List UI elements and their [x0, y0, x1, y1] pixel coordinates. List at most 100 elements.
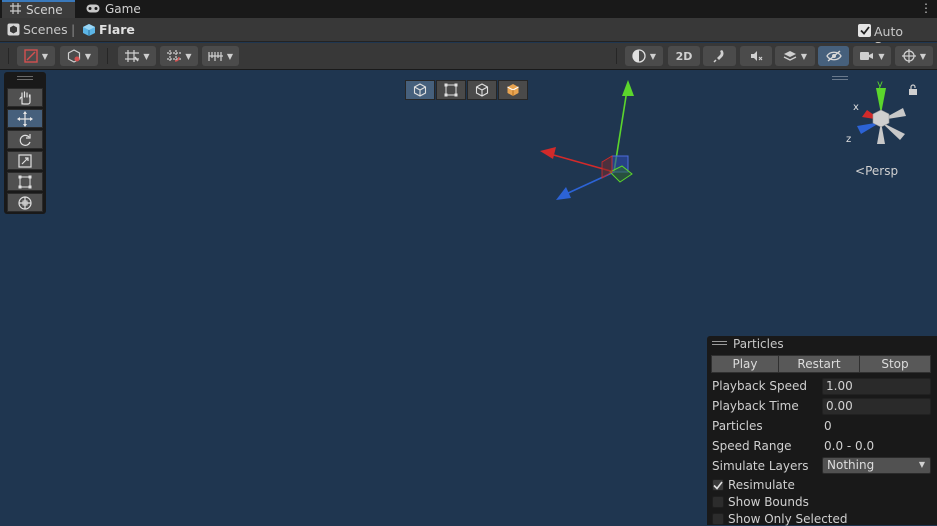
gizmos-dropdown[interactable]: ▼ [895, 46, 933, 66]
tab-game-label: Game [105, 2, 141, 16]
gizmo-y-arrow[interactable] [622, 80, 634, 96]
speed-range-value: 0.0 - 0.0 [824, 439, 875, 453]
scale-tool-button[interactable] [7, 151, 43, 170]
chevron-down-icon: ▼ [919, 51, 927, 61]
scene-toolbar: ▼ ▼ ▼ ▼ ▼ ▼ 2D ▼ ▼ ▼ [0, 43, 937, 70]
projection-label: Persp [865, 164, 899, 178]
show-only-selected-label: Show Only Selected [728, 512, 848, 526]
gizmo-x-arrow[interactable] [540, 147, 556, 159]
audio-toggle[interactable] [740, 46, 772, 66]
camera-icon [860, 52, 874, 60]
chevron-down-icon: ▼ [41, 51, 49, 61]
show-bounds-checkbox[interactable] [712, 496, 724, 508]
grid-icon [10, 3, 21, 17]
axis-label-z: z [846, 134, 851, 145]
scale-icon [18, 153, 32, 168]
breadcrumb-separator: | [71, 22, 76, 37]
cube-wireframe-toggle[interactable] [405, 80, 435, 100]
increment-snap-dropdown[interactable]: ▼ [160, 46, 198, 66]
chevron-down-icon: ▼ [143, 51, 150, 61]
show-only-selected-checkbox[interactable] [712, 513, 724, 525]
orientation-dropdown[interactable]: ▼ [625, 46, 663, 66]
breadcrumb-current[interactable]: Flare [99, 22, 135, 37]
hand-icon [19, 90, 31, 105]
checkmark-icon [713, 481, 723, 490]
toolbar-grip [8, 48, 9, 64]
move-icon [17, 110, 33, 127]
playback-time-label: Playback Time [712, 399, 799, 413]
move-tool-button[interactable] [7, 109, 43, 128]
move-gizmo[interactable] [530, 74, 640, 204]
grid-snapping-dropdown[interactable]: ▼ [118, 46, 156, 66]
checkmark-icon [859, 26, 870, 35]
cube-edit-toggle[interactable] [467, 80, 497, 100]
playback-speed-label: Playback Speed [712, 379, 807, 393]
drag-handle[interactable] [17, 76, 33, 80]
simulate-layers-value: Nothing [827, 458, 875, 472]
audio-mute-icon [751, 51, 763, 61]
window-tab-bar: Scene Game ⋮ [0, 0, 937, 18]
speed-range-label: Speed Range [712, 439, 792, 453]
chevron-down-icon: ▼ [84, 51, 92, 61]
rotate-tool-button[interactable] [7, 130, 43, 149]
increment-snap-icon [167, 50, 182, 62]
panel-drag-handle[interactable] [712, 341, 727, 345]
resimulate-label: Resimulate [728, 478, 795, 492]
cube-outline-icon [475, 83, 489, 97]
playback-time-field[interactable]: 0.00 [822, 398, 931, 415]
rect-edit-toggle[interactable] [436, 80, 466, 100]
scene-visibility-toggle[interactable] [818, 46, 849, 66]
projection-toggle[interactable]: <Persp [855, 164, 898, 178]
gizmo-xy-plane[interactable] [601, 155, 613, 179]
orientation-gizmo[interactable]: y x z [846, 78, 916, 148]
toggle-2d-button[interactable]: 2D [668, 46, 700, 66]
playback-speed-field[interactable]: 1.00 [822, 378, 931, 395]
panel-title: Particles [733, 337, 784, 351]
play-button[interactable]: Play [711, 355, 779, 373]
camera-dropdown[interactable]: ▼ [853, 46, 891, 66]
collider-edit-toggle[interactable] [498, 80, 528, 100]
simulate-layers-label: Simulate Layers [712, 459, 809, 473]
simulate-layers-dropdown[interactable]: Nothing ▼ [822, 457, 931, 474]
chevron-down-icon: ▼ [918, 460, 925, 469]
transform-tool-button[interactable] [7, 193, 43, 212]
gizmo-icon [901, 49, 916, 63]
grid-snap-icon [125, 50, 140, 62]
cube-outline-icon [413, 83, 427, 97]
shading-mode-dropdown[interactable]: ▼ [60, 46, 98, 66]
lighting-toggle[interactable] [703, 46, 736, 66]
rect-tool-button[interactable] [7, 172, 43, 191]
lightbulb-icon [712, 50, 723, 63]
chevron-down-icon: ▼ [800, 51, 808, 61]
chevron-down-icon: ▼ [185, 51, 192, 61]
particles-count-label: Particles [712, 419, 763, 433]
draw-mode-icon [24, 49, 38, 63]
rect-transform-icon [18, 175, 32, 188]
particles-overlay-panel: Particles Play Restart Stop Playback Spe… [707, 336, 937, 526]
restart-button[interactable]: Restart [778, 355, 860, 373]
auto-save-checkbox[interactable] [858, 24, 871, 37]
toolbar-separator [616, 48, 617, 64]
effects-dropdown[interactable]: ▼ [775, 46, 815, 66]
rotate-icon [19, 133, 31, 146]
resimulate-checkbox[interactable] [712, 479, 724, 491]
gamepad-icon [86, 2, 100, 16]
axis-label-x: x [853, 102, 859, 113]
unity-scene-icon [7, 23, 20, 39]
hand-tool-button[interactable] [7, 88, 43, 107]
breadcrumb-scenes[interactable]: Scenes [23, 22, 68, 37]
more-options-icon[interactable]: ⋮ [920, 1, 932, 15]
chevron-down-icon: ▼ [878, 51, 885, 61]
stop-button[interactable]: Stop [859, 355, 931, 373]
toolbar-separator [107, 48, 108, 64]
show-bounds-label: Show Bounds [728, 495, 809, 509]
gizmo-center-cube[interactable] [872, 109, 890, 128]
draw-mode-dropdown[interactable]: ▼ [17, 46, 55, 66]
breadcrumb: Scenes | Flare Auto Save [0, 18, 937, 54]
tab-game[interactable]: Game [78, 0, 148, 18]
tab-scene[interactable]: Scene [2, 0, 75, 18]
transform-icon [18, 195, 32, 210]
gizmo-z-arrow[interactable] [556, 187, 571, 200]
effects-layers-icon [783, 51, 797, 61]
ruler-snap-dropdown[interactable]: ▼ [202, 46, 239, 66]
